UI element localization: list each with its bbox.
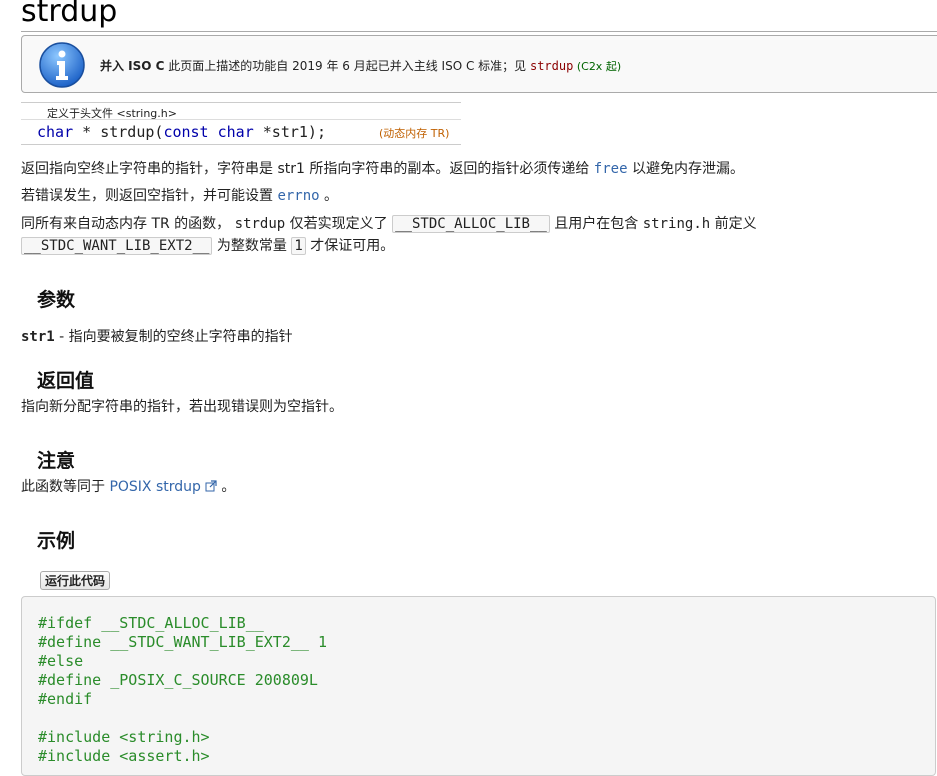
sig-param: *str1); bbox=[253, 123, 326, 141]
info-icon bbox=[39, 42, 85, 88]
params-heading: 参数 bbox=[37, 289, 76, 311]
desc-text: 。 bbox=[319, 188, 339, 204]
description-p2: 若错误发生，则返回空指针，并可能设置 errno 。 bbox=[21, 185, 338, 207]
external-link-icon bbox=[205, 480, 217, 492]
description-p3: 同所有来自动态内存 TR 的函数， strdup 仅若实现定义了 __STDC_… bbox=[21, 213, 757, 235]
notes-suffix: 。 bbox=[216, 479, 236, 495]
page-title: strdup bbox=[21, 0, 118, 29]
notice-text: 并入 ISO C 此页面上描述的功能自 2019 年 6 月起已并入主线 ISO… bbox=[100, 57, 621, 74]
notes-prefix: 此函数等同于 bbox=[21, 479, 110, 495]
code-line: #endif bbox=[38, 690, 93, 708]
title-divider bbox=[21, 31, 937, 32]
declaration-header: 定义于头文件 <string.h> bbox=[21, 102, 461, 120]
code-line: #define __STDC_WANT_LIB_EXT2__ 1 bbox=[38, 633, 327, 651]
example-heading: 示例 bbox=[37, 530, 76, 552]
param-str1: str1 - 指向要被复制的空终止字符串的指针 bbox=[21, 326, 293, 346]
desc-text: 若错误发生，则返回空指针，并可能设置 bbox=[21, 188, 278, 204]
param-desc: 指向要被复制的空终止字符串的指针 bbox=[68, 329, 293, 345]
return-heading: 返回值 bbox=[37, 370, 95, 392]
alloc-lib-macro: __STDC_ALLOC_LIB__ bbox=[392, 215, 550, 233]
sig-name: * strdup( bbox=[73, 123, 164, 141]
notice-body: 此页面上描述的功能自 2019 年 6 月起已并入主线 ISO C 标准；见 bbox=[164, 59, 530, 73]
notice-box: 并入 ISO C 此页面上描述的功能自 2019 年 6 月起已并入主线 ISO… bbox=[21, 35, 937, 93]
code-line: #define _POSIX_C_SOURCE 200809L bbox=[38, 671, 318, 689]
strdup-code: strdup bbox=[234, 216, 286, 232]
param-sep: - bbox=[54, 329, 69, 345]
notice-since: (C2x 起) bbox=[573, 60, 622, 73]
desc-text: 前定义 bbox=[710, 216, 757, 232]
example-code-block: #ifdef __STDC_ALLOC_LIB__ #define __STDC… bbox=[21, 596, 936, 776]
desc-text: 仅若实现定义了 bbox=[285, 216, 393, 232]
code-line: #include <string.h> bbox=[38, 728, 210, 746]
notes-text: 此函数等同于 POSIX strdup 。 bbox=[21, 476, 235, 498]
description-p1: 返回指向空终止字符串的指针，字符串是 str1 所指向字符串的副本。返回的指针必… bbox=[21, 158, 744, 180]
notice-bold: 并入 ISO C bbox=[100, 59, 165, 73]
desc-text: 以避免内存泄漏。 bbox=[627, 161, 744, 177]
desc-text: 返回指向空终止字符串的指针，字符串是 str1 所指向字符串的副本。返回的指针必… bbox=[21, 161, 594, 177]
return-text: 指向新分配字符串的指针，若出现错误则为空指针。 bbox=[21, 399, 343, 415]
sig-param-type: const char bbox=[163, 123, 254, 141]
param-name: str1 bbox=[21, 329, 55, 345]
run-code-button[interactable]: 运行此代码 bbox=[40, 571, 111, 590]
free-link[interactable]: free bbox=[594, 161, 628, 177]
dynamic-memory-tr-tag[interactable]: (动态内存 TR) bbox=[379, 125, 449, 141]
constant-one: 1 bbox=[291, 237, 306, 255]
description-p4: __STDC_WANT_LIB_EXT2__ 为整数常量 1 才保证可用。 bbox=[21, 235, 394, 257]
sig-type: char bbox=[37, 123, 74, 141]
posix-link-label[interactable]: POSIX strdup bbox=[109, 479, 200, 495]
function-signature: char * strdup(const char *str1); bbox=[37, 123, 326, 141]
code-line: #ifdef __STDC_ALLOC_LIB__ bbox=[38, 614, 264, 632]
desc-text: 同所有来自动态内存 TR 的函数， bbox=[21, 216, 235, 232]
code-line: #include <assert.h> bbox=[38, 747, 210, 765]
errno-link[interactable]: errno bbox=[277, 188, 319, 204]
code-line: #else bbox=[38, 652, 84, 670]
string-h-code: string.h bbox=[642, 216, 711, 232]
declaration-signature: char * strdup(const char *str1); (动态内存 T… bbox=[21, 119, 461, 145]
posix-strdup-link[interactable]: POSIX strdup bbox=[109, 479, 217, 495]
desc-text: 才保证可用。 bbox=[305, 238, 395, 254]
notice-fn-link[interactable]: strdup bbox=[530, 59, 573, 73]
want-lib-ext2-macro: __STDC_WANT_LIB_EXT2__ bbox=[21, 237, 213, 255]
notes-heading: 注意 bbox=[37, 450, 76, 472]
desc-text: 且用户在包含 bbox=[549, 216, 643, 232]
desc-text: 为整数常量 bbox=[212, 238, 292, 254]
